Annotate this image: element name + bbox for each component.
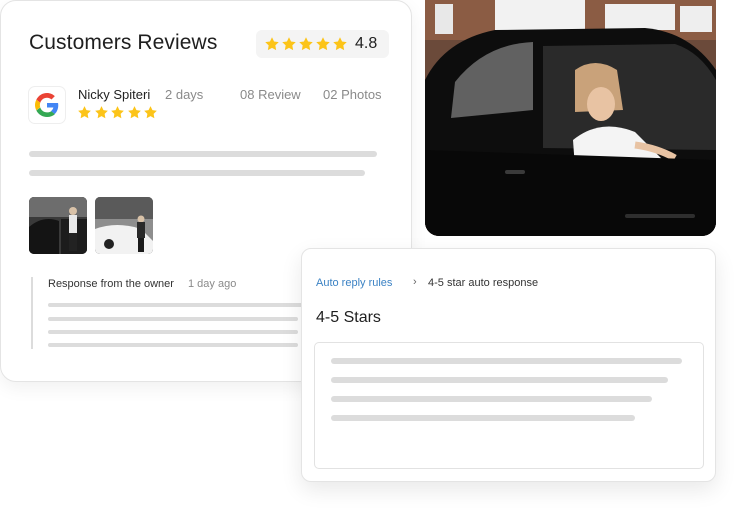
- star-icon: [316, 37, 330, 51]
- review-text-placeholder: [29, 151, 377, 157]
- star-icon: [127, 106, 141, 119]
- star-icon: [282, 37, 296, 51]
- owner-response-label: Response from the owner: [48, 278, 174, 290]
- response-text-placeholder: [331, 358, 682, 364]
- rule-title: 4-5 Stars: [316, 309, 381, 326]
- review-time: 2 days: [165, 87, 204, 102]
- owner-response-time: 1 day ago: [188, 278, 237, 290]
- google-logo-icon: [29, 87, 65, 123]
- overall-rating-badge: 4.8: [256, 30, 389, 58]
- response-text-placeholder: [331, 396, 652, 402]
- star-icon: [299, 37, 313, 51]
- star-icon: [333, 37, 347, 51]
- response-text-box[interactable]: [314, 342, 704, 469]
- star-icon: [111, 106, 124, 119]
- review-photo-thumbnail[interactable]: [29, 197, 87, 254]
- review-photo-thumbnail[interactable]: [95, 197, 153, 254]
- breadcrumb-current: 4-5 star auto response: [428, 277, 539, 289]
- owner-response-placeholder: [48, 330, 298, 334]
- woman-in-car-photo-icon: [425, 0, 716, 236]
- review-text-placeholder: [29, 170, 365, 176]
- star-icon: [144, 106, 157, 119]
- star-icon: [94, 106, 108, 119]
- response-text-placeholder: [331, 377, 668, 383]
- owner-response-placeholder: [48, 343, 298, 347]
- owner-response-placeholder: [48, 317, 298, 321]
- showroom-photo-icon: [29, 197, 87, 254]
- review-count: 08 Review: [240, 87, 301, 102]
- reviewer-rating: [77, 105, 160, 120]
- reviewer-name: Nicky Spiteri: [78, 87, 151, 102]
- response-text-placeholder: [331, 415, 635, 421]
- owner-response-placeholder: [48, 303, 304, 307]
- breadcrumb-chevron-icon: ›: [413, 276, 417, 288]
- customer-photo: [425, 0, 716, 236]
- showroom-photo-icon: [95, 197, 153, 254]
- card-title: Customers Reviews: [29, 31, 218, 54]
- owner-response-divider: [31, 277, 33, 349]
- photo-count: 02 Photos: [323, 87, 382, 102]
- rating-value: 4.8: [355, 35, 378, 52]
- page: Customers Reviews 4.8 Nicky Spiteri 2 da…: [0, 0, 740, 512]
- star-icon: [78, 106, 91, 119]
- breadcrumb-auto-reply-rules-link[interactable]: Auto reply rules: [316, 277, 392, 289]
- auto-reply-rule-card: Auto reply rules › 4-5 star auto respons…: [301, 248, 716, 482]
- star-icon: [265, 37, 279, 51]
